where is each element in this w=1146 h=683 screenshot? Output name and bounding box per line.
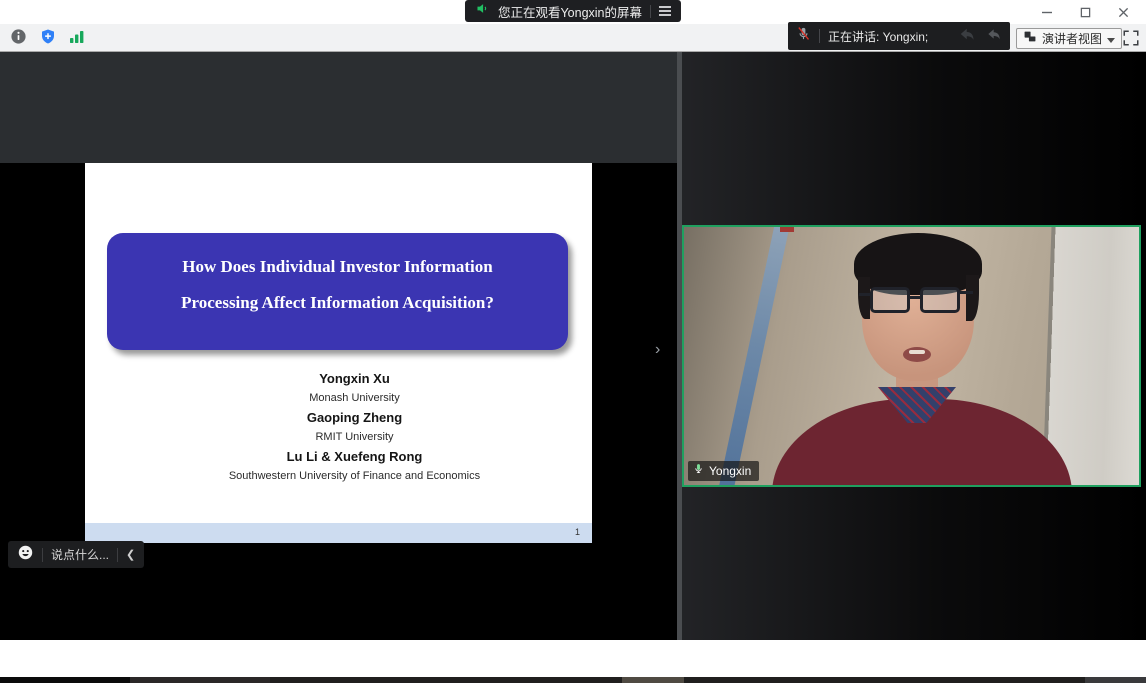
maximize-button[interactable] <box>1074 3 1096 21</box>
chevron-down-icon <box>1107 30 1115 48</box>
shared-screen-chrome <box>0 52 677 163</box>
participant-name-badge: Yongxin <box>688 461 759 481</box>
view-mode-button[interactable]: 演讲者视图 <box>1016 28 1122 49</box>
active-speaker-bar: 正在讲话: Yongxin; <box>788 22 1010 50</box>
glasses-lens <box>920 287 960 313</box>
meeting-info-icon[interactable] <box>10 28 27 50</box>
author-name: Gaoping Zheng <box>117 408 592 428</box>
slide-page-number: 1 <box>575 527 580 537</box>
muted-mic-icon <box>796 25 811 47</box>
watching-banner[interactable]: 您正在观看Yongxin的屏幕 <box>465 0 681 22</box>
chat-collapse-icon[interactable]: ❮ <box>126 548 135 561</box>
author-name: Yongxin Xu <box>117 369 592 389</box>
speaker-audio-icon <box>475 1 490 21</box>
taskbar-segment <box>0 677 130 683</box>
swap-view-arrow-icon-2[interactable] <box>984 26 1002 47</box>
video-panel: Yongxin <box>677 52 1146 640</box>
fullscreen-icon[interactable] <box>1122 29 1140 47</box>
slide-authors: Yongxin Xu Monash University Gaoping Zhe… <box>85 369 592 486</box>
network-signal-icon[interactable] <box>69 30 85 49</box>
author-name: Lu Li & Xuefeng Rong <box>117 447 592 467</box>
participant-hair-side <box>858 277 870 319</box>
banner-menu-icon[interactable] <box>659 6 671 16</box>
slide-title-box: How Does Individual Investor Information… <box>107 233 568 350</box>
watching-banner-text: 您正在观看Yongxin的屏幕 <box>498 2 642 21</box>
slide-title-line1: How Does Individual Investor Information <box>107 257 568 277</box>
swap-view-arrow-icon[interactable] <box>956 25 976 48</box>
speaker-bar-divider <box>819 29 820 43</box>
os-taskbar-sliver <box>0 677 1146 683</box>
security-shield-icon[interactable] <box>40 28 56 50</box>
slide-title-line2: Processing Affect Information Acquisitio… <box>107 293 568 313</box>
glasses-arm <box>959 291 973 294</box>
active-mic-icon <box>693 462 704 480</box>
minimize-button[interactable] <box>1036 3 1058 21</box>
participant-teeth <box>909 350 925 354</box>
meeting-info-icons <box>10 28 85 50</box>
view-mode-label: 演讲者视图 <box>1042 30 1102 47</box>
taskbar-segment <box>1085 677 1146 683</box>
author-affiliation: RMIT University <box>117 428 592 447</box>
participant-video-tile[interactable]: Yongxin <box>682 225 1141 487</box>
banner-divider <box>650 5 651 18</box>
panel-expand-chevron-icon[interactable]: › <box>655 342 660 358</box>
chat-bar-divider <box>117 548 118 562</box>
quick-chat-bar: 说点什么... ❮ <box>8 541 144 568</box>
close-button[interactable] <box>1112 3 1134 21</box>
taskbar-segment <box>622 677 684 683</box>
glasses-lens <box>870 287 910 313</box>
window-controls <box>1036 0 1134 24</box>
slide-footer-band: 1 <box>85 523 592 543</box>
participant-name: Yongxin <box>709 464 751 478</box>
glasses-bridge <box>909 296 921 299</box>
chat-bar-divider <box>42 548 43 562</box>
layout-view-icon <box>1023 30 1037 48</box>
emoji-reaction-icon[interactable] <box>17 544 34 566</box>
bottom-control-bar <box>0 640 1146 677</box>
chat-input[interactable]: 说点什么... <box>51 546 109 563</box>
presentation-slide: How Does Individual Investor Information… <box>85 163 592 543</box>
author-affiliation: Southwestern University of Finance and E… <box>117 467 592 486</box>
author-affiliation: Monash University <box>117 389 592 408</box>
taskbar-segment <box>130 677 270 683</box>
participant-hair <box>854 233 982 295</box>
video-bg-door <box>1042 227 1141 485</box>
shared-screen-area: How Does Individual Investor Information… <box>0 52 677 640</box>
speaking-now-text: 正在讲话: Yongxin; <box>828 28 948 45</box>
video-bg-pole-tip <box>780 227 794 232</box>
